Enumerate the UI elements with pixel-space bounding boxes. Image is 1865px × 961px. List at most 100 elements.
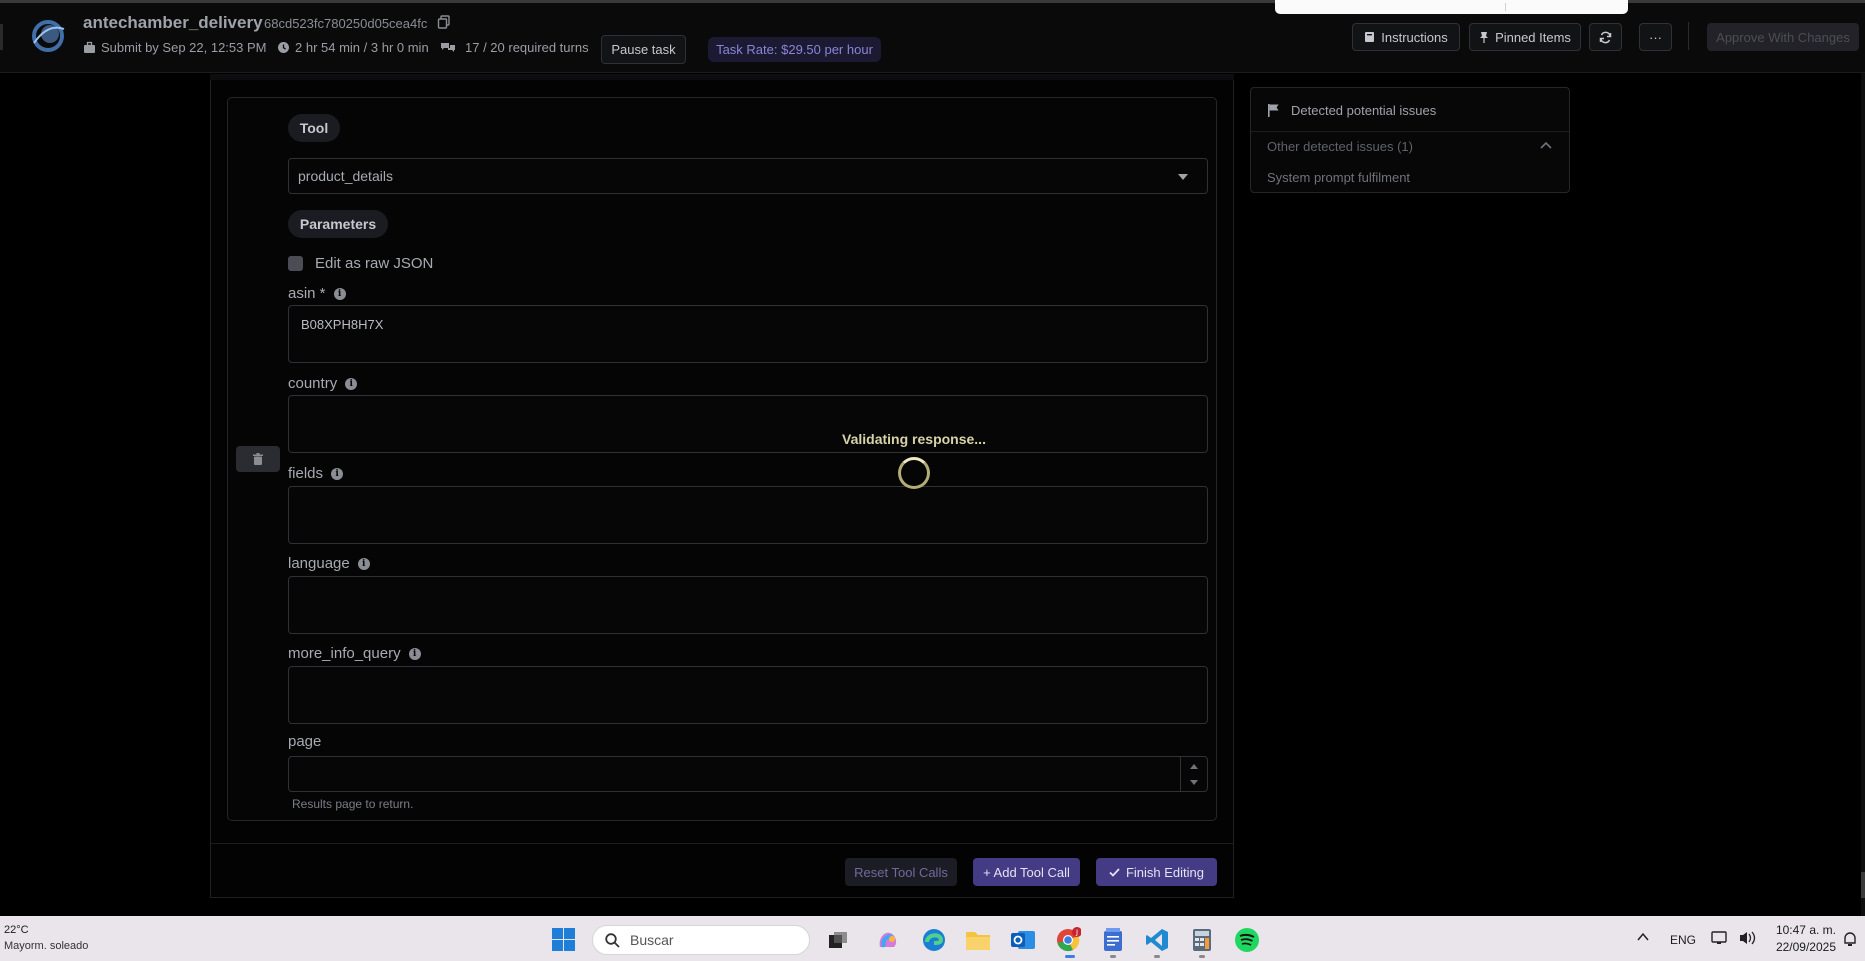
- notification-bell-icon[interactable]: [1842, 931, 1858, 947]
- info-icon[interactable]: i: [408, 647, 421, 660]
- active-app-indicator: [1065, 955, 1075, 958]
- chrome-browser-icon[interactable]: J: [1054, 926, 1082, 954]
- country-input[interactable]: [288, 395, 1208, 453]
- more-info-query-label-text: more_info_query: [288, 645, 401, 662]
- asin-label: asin * i: [288, 285, 346, 302]
- search-icon: [605, 932, 620, 948]
- info-icon[interactable]: i: [333, 287, 346, 300]
- tool-select[interactable]: product_details: [288, 158, 1208, 194]
- copilot-icon[interactable]: [874, 926, 902, 954]
- fields-input[interactable]: [288, 486, 1208, 544]
- flag-icon: [1268, 104, 1279, 117]
- trash-icon: [253, 453, 263, 465]
- calculator-icon[interactable]: [1188, 926, 1216, 954]
- task-view-icon[interactable]: [824, 926, 852, 954]
- other-issues-toggle[interactable]: Other detected issues (1): [1267, 139, 1413, 154]
- instructions-button[interactable]: Instructions: [1352, 23, 1460, 51]
- language-label: language i: [288, 555, 370, 572]
- finish-editing-button[interactable]: Finish Editing: [1096, 858, 1217, 886]
- pin-icon: [1480, 32, 1489, 43]
- pinned-items-button[interactable]: Pinned Items: [1469, 23, 1581, 51]
- issue-item[interactable]: System prompt fulfilment: [1267, 170, 1410, 185]
- clock-icon: [278, 42, 289, 53]
- spotify-icon[interactable]: [1233, 926, 1261, 954]
- country-label: country i: [288, 375, 358, 392]
- info-icon[interactable]: i: [345, 377, 358, 390]
- page-stepper[interactable]: [1180, 757, 1207, 791]
- edge-browser-icon[interactable]: [920, 926, 948, 954]
- weather-temperature[interactable]: 22°C: [4, 924, 29, 936]
- page-label: page: [288, 733, 321, 750]
- raw-json-checkbox[interactable]: [288, 256, 303, 271]
- tool-section-pill: Tool: [288, 114, 340, 142]
- info-icon[interactable]: i: [331, 467, 344, 480]
- dropdown-popup-edge: [1275, 0, 1628, 14]
- running-app-indicator: [1110, 955, 1116, 958]
- submit-deadline: Submit by Sep 22, 12:53 PM: [83, 40, 266, 55]
- finish-editing-label: Finish Editing: [1125, 864, 1205, 880]
- refresh-icon: [1599, 31, 1612, 43]
- asin-input[interactable]: B08XPH8H7X: [288, 305, 1208, 363]
- turns-text: 17 / 20 required turns: [465, 40, 589, 55]
- page-label-text: page: [288, 733, 322, 750]
- add-tool-call-button[interactable]: + Add Tool Call: [973, 858, 1080, 886]
- fields-label: fields i: [288, 465, 344, 482]
- briefcase-icon: [84, 41, 95, 53]
- running-app-indicator: [1154, 955, 1160, 958]
- time-tracker: 2 hr 54 min / 3 hr 0 min: [277, 40, 429, 55]
- chevron-up-icon[interactable]: [1636, 930, 1650, 944]
- input-language[interactable]: ENG: [1670, 933, 1696, 947]
- time-text: 2 hr 54 min / 3 hr 0 min: [295, 40, 429, 55]
- panel-top-strip: [210, 74, 1234, 80]
- pinned-items-label: Pinned Items: [1495, 29, 1571, 45]
- info-icon[interactable]: i: [357, 557, 370, 570]
- approve-with-changes-button[interactable]: Approve With Changes: [1707, 23, 1859, 51]
- chat-bubbles-icon: [441, 43, 455, 52]
- fields-label-text: fields: [288, 465, 324, 482]
- stepper-up-icon[interactable]: [1190, 764, 1198, 769]
- vscode-icon[interactable]: [1143, 926, 1171, 954]
- asin-label-text: asin *: [288, 285, 326, 302]
- parameters-section-pill: Parameters: [288, 210, 388, 238]
- delete-tool-call-button[interactable]: [236, 446, 280, 472]
- more-info-query-label: more_info_query i: [288, 645, 421, 662]
- language-input[interactable]: [288, 576, 1208, 634]
- panel-footer-divider: [211, 843, 1233, 844]
- scrollbar-track[interactable]: [1861, 73, 1865, 923]
- stepper-down-icon[interactable]: [1190, 780, 1198, 785]
- issues-title: Detected potential issues: [1291, 103, 1437, 118]
- more-options-button[interactable]: ···: [1639, 23, 1672, 51]
- submit-by-text: Submit by Sep 22, 12:53 PM: [101, 40, 267, 55]
- page-help-text: Results page to return.: [292, 797, 414, 811]
- chrome-notification-badge: J: [1075, 929, 1078, 937]
- raw-json-label: Edit as raw JSON: [315, 255, 434, 272]
- language-label-text: language: [288, 555, 350, 572]
- running-app-indicator: [1199, 955, 1205, 958]
- chevron-up-icon[interactable]: [1539, 140, 1553, 150]
- book-icon: [1365, 32, 1375, 42]
- more-info-query-input[interactable]: [288, 666, 1208, 724]
- turns-tracker: 17 / 20 required turns: [440, 40, 589, 55]
- refresh-button[interactable]: [1589, 23, 1622, 51]
- copy-icon[interactable]: [437, 15, 451, 29]
- notepad-icon[interactable]: [1099, 926, 1127, 954]
- header-divider: [1688, 22, 1689, 50]
- task-title: antechamber_delivery: [83, 13, 263, 32]
- app-logo-icon: [32, 20, 65, 52]
- sidebar-toggle[interactable]: [0, 24, 3, 50]
- network-volume-icons[interactable]: [1710, 930, 1766, 946]
- pause-task-button[interactable]: Pause task: [601, 35, 686, 64]
- reset-tool-calls-button[interactable]: Reset Tool Calls: [845, 858, 957, 886]
- clock-date[interactable]: 22/09/2025: [1766, 940, 1836, 954]
- clock-time[interactable]: 10:47 a. m.: [1766, 923, 1836, 937]
- scrollbar-thumb[interactable]: [1861, 872, 1865, 898]
- windows-start-icon[interactable]: [552, 928, 575, 951]
- page-number-input[interactable]: [288, 756, 1208, 792]
- outlook-icon[interactable]: [1009, 926, 1037, 954]
- check-icon: [1109, 867, 1120, 877]
- taskbar-search[interactable]: Buscar: [592, 925, 810, 955]
- weather-description[interactable]: Mayorm. soleado: [4, 940, 88, 952]
- file-explorer-icon[interactable]: [964, 926, 992, 954]
- taskbar-search-placeholder: Buscar: [630, 932, 674, 948]
- task-rate-badge: Task Rate: $29.50 per hour: [708, 37, 881, 62]
